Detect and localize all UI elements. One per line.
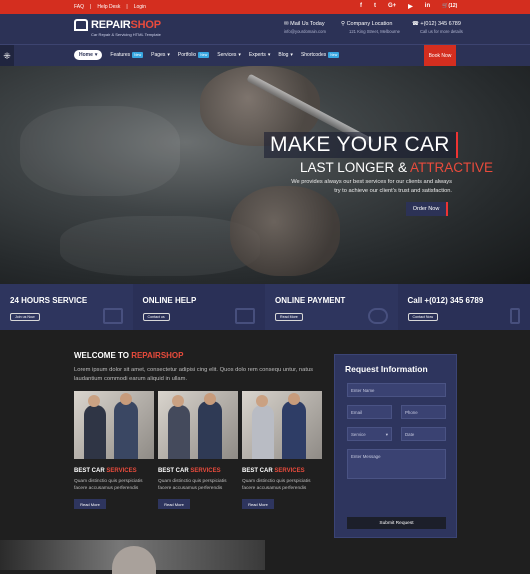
contact-now-button[interactable]: Contact Now [408,313,439,321]
google-plus-icon[interactable]: G+ [388,3,396,10]
twitter-icon[interactable]: t [374,3,376,10]
hero-description: We provides always our best services for… [286,178,452,196]
nav-item-home[interactable]: Home▾ [74,50,102,60]
feature-online-payment: ONLINE PAYMENT Read More [265,284,398,330]
submit-request-button[interactable]: Submit Request [347,517,446,529]
nav-items: Home▾ FeaturesNew Pages▾ PortfolioNew Se… [74,50,339,60]
phone-info: ☎ +(012) 345 6789 Call us for more detai… [412,21,463,34]
read-more-button[interactable]: Read More [275,313,303,321]
youtube-icon[interactable]: ▶ [408,3,413,10]
read-more-button[interactable]: Read More [74,499,106,509]
experts-section [0,540,530,570]
monitor-icon [235,308,255,324]
contact-us-button[interactable]: Contact us [143,313,170,321]
read-more-button[interactable]: Read More [158,499,190,509]
mail-info: ✉ Mail Us Today info@yourdomain.com [284,21,326,34]
login-link[interactable]: Login [134,4,146,10]
social-links: f t G+ ▶ in 🛒(12) [360,3,457,10]
form-title: Request Information [345,364,446,374]
service-card: BEST CAR SERVICES Quam distinctio quis p… [158,391,238,509]
help-desk-link[interactable]: Help Desk [97,4,120,10]
message-textarea[interactable]: Enter Message [347,449,446,479]
join-us-button[interactable]: Join us Now [10,313,40,321]
logo-car-icon [74,19,88,31]
engine-shape [20,106,180,196]
header: REPAIRSHOP Car Repair & Servicing HTML T… [0,14,530,44]
cart-button[interactable]: 🛒(12) [442,3,457,10]
feature-online-help: ONLINE HELP Contact us [133,284,266,330]
menu-grid-icon[interactable]: ⁜ [0,45,14,67]
name-input[interactable]: Enter Name [347,383,446,397]
nav-item-pages[interactable]: Pages▾ [151,52,170,58]
feature-title: ONLINE PAYMENT [275,296,388,305]
feature-title: Call +(012) 345 6789 [408,296,521,305]
top-links: FAQ | Help Desk | Login [74,4,146,10]
hand-image [230,186,340,276]
welcome-text: Lorem ipsum dolor sit amet, consectetur … [74,366,324,384]
order-now-button[interactable]: Order Now [406,202,448,216]
nav-item-features[interactable]: FeaturesNew [110,52,143,58]
top-bar: FAQ | Help Desk | Login f t G+ ▶ in 🛒(12… [0,0,530,14]
read-more-button[interactable]: Read More [242,499,274,509]
card-text: Quam distinctio quis perspiciatis facere… [242,478,322,492]
welcome-section: WELCOME TO REPAIRSHOP Lorem ipsum dolor … [0,330,530,540]
service-card: BEST CAR SERVICES Quam distinctio quis p… [242,391,322,509]
hero-slider: MAKE YOUR CAR LAST LONGER & ATTRACTIVE W… [0,66,530,284]
mobile-icon [510,308,520,324]
service-image [242,391,322,459]
features-strip: 24 HOURS SERVICE Join us Now ONLINE HELP… [0,284,530,330]
faq-link[interactable]: FAQ [74,4,84,10]
chevron-down-icon: ▾ [238,52,241,58]
card-title: BEST CAR SERVICES [158,468,238,474]
brand-second: SHOP [131,19,161,31]
chevron-down-icon: ▾ [95,52,98,58]
feature-24h: 24 HOURS SERVICE Join us Now [0,284,133,330]
hero-title: MAKE YOUR CAR [264,132,458,158]
hero-subtitle: LAST LONGER & ATTRACTIVE [300,160,493,175]
new-badge: New [328,52,339,58]
feature-title: ONLINE HELP [143,296,256,305]
nav-item-experts[interactable]: Experts▾ [249,52,270,58]
card-text: Quam distinctio quis perspiciatis facere… [74,478,154,492]
phone-input[interactable]: Phone [401,405,446,419]
welcome-title: WELCOME TO REPAIRSHOP [74,351,184,360]
wrench-icon [103,308,123,324]
logo[interactable]: REPAIRSHOP Car Repair & Servicing HTML T… [74,19,161,31]
main-nav: ⁜ Home▾ FeaturesNew Pages▾ PortfolioNew … [0,44,530,66]
chevron-down-icon: ▾ [167,52,170,58]
cart-count: (12) [448,3,457,9]
nav-item-portfolio[interactable]: PortfolioNew [178,52,209,58]
service-image [74,391,154,459]
book-now-button[interactable]: Book Now [424,45,456,67]
new-badge: New [198,52,209,58]
new-badge: New [132,52,143,58]
chevron-down-icon: ▾ [290,52,293,58]
card-text: Quam distinctio quis perspiciatis facere… [158,478,238,492]
request-form: Request Information Enter Name Email Pho… [334,354,457,538]
feature-call: Call +(012) 345 6789 Contact Now [398,284,530,330]
chevron-down-icon: ▾ [268,52,271,58]
card-title: BEST CAR SERVICES [242,468,322,474]
brand-first: REPAIR [91,19,131,31]
paypal-icon [368,308,388,324]
feature-title: 24 HOURS SERVICE [10,296,123,305]
location-info: ⚲ Company Location 121 King Street, Melb… [341,21,400,34]
nav-item-services[interactable]: Services▾ [217,52,241,58]
nav-item-shortcodes[interactable]: ShortcodesNew [301,52,339,58]
nav-item-blog[interactable]: Blog▾ [278,52,293,58]
email-input[interactable]: Email [347,405,392,419]
brand-tagline: Car Repair & Servicing HTML Template [91,32,161,37]
service-card: BEST CAR SERVICES Quam distinctio quis p… [74,391,154,509]
chevron-down-icon: ▾ [386,432,388,438]
card-title: BEST CAR SERVICES [74,468,154,474]
facebook-icon[interactable]: f [360,3,362,10]
date-input[interactable]: Date [401,427,446,441]
service-image [158,391,238,459]
service-select[interactable]: Service▾ [347,427,392,441]
linkedin-icon[interactable]: in [425,3,430,10]
